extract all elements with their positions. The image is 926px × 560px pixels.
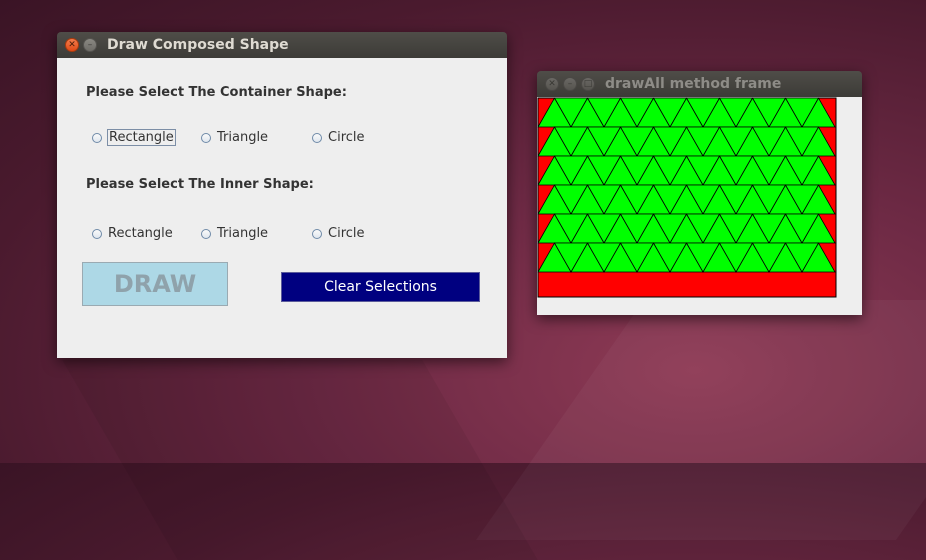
container-radio-triangle[interactable]: Triangle	[201, 130, 268, 145]
radio-label: Rectangle	[107, 129, 176, 146]
radio-label: Rectangle	[108, 226, 173, 241]
radio-label: Triangle	[217, 226, 269, 241]
container-radio-rectangle[interactable]: Rectangle	[92, 129, 176, 146]
drawing-canvas	[537, 97, 837, 298]
radio-button-icon[interactable]	[201, 132, 211, 143]
radio-button-icon[interactable]	[92, 132, 102, 143]
draw-button[interactable]: DRAW	[82, 262, 228, 306]
drawall-method-frame-window: ✕ – □ drawAll method frame	[537, 71, 862, 315]
close-icon[interactable]: ✕	[545, 77, 559, 91]
radio-label: Circle	[328, 226, 365, 241]
radio-button-icon[interactable]	[312, 228, 322, 239]
window-title: Draw Composed Shape	[107, 37, 289, 53]
minimize-icon[interactable]: –	[563, 77, 577, 91]
container-shape-label: Please Select The Container Shape:	[86, 85, 347, 100]
desktop-decoration	[475, 300, 926, 540]
maximize-icon[interactable]: □	[581, 77, 595, 91]
inner-radio-triangle[interactable]: Triangle	[201, 226, 268, 241]
window-content: Please Select The Container Shape: Recta…	[57, 58, 507, 358]
inner-radio-circle[interactable]: Circle	[312, 226, 365, 241]
close-icon[interactable]: ✕	[65, 38, 79, 52]
radio-button-icon[interactable]	[92, 228, 102, 239]
window-content	[537, 97, 862, 315]
draw-composed-shape-window: ✕ – Draw Composed Shape Please Select Th…	[57, 32, 507, 358]
clear-selections-button[interactable]: Clear Selections	[281, 272, 480, 302]
container-radio-circle[interactable]: Circle	[312, 130, 365, 145]
inner-shape-label: Please Select The Inner Shape:	[86, 177, 314, 192]
minimize-icon[interactable]: –	[83, 38, 97, 52]
desktop-decoration	[62, 360, 538, 560]
window-titlebar[interactable]: ✕ – Draw Composed Shape	[57, 32, 507, 58]
inner-triangles	[537, 97, 836, 273]
radio-button-icon[interactable]	[201, 228, 211, 239]
window-titlebar[interactable]: ✕ – □ drawAll method frame	[537, 71, 862, 97]
radio-label: Circle	[328, 130, 365, 145]
radio-label: Triangle	[217, 130, 269, 145]
window-title: drawAll method frame	[605, 76, 782, 92]
radio-button-icon[interactable]	[312, 132, 322, 143]
inner-radio-rectangle[interactable]: Rectangle	[92, 226, 173, 241]
